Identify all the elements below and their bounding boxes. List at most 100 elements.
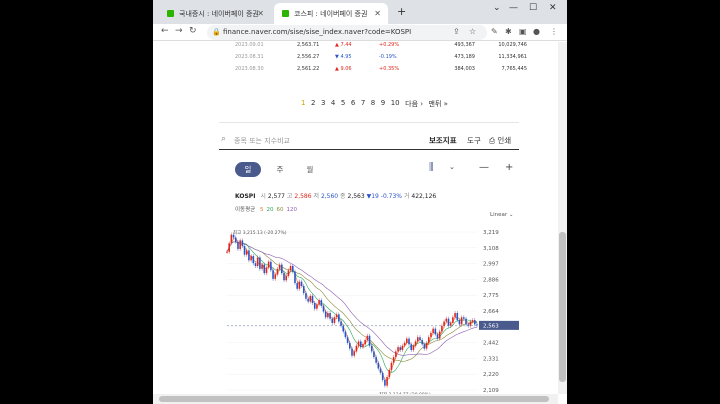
address-bar[interactable]: 🔒 finance.naver.com/sise/sise_index.nave…	[207, 25, 487, 40]
last-value-label: 2,563	[483, 323, 499, 329]
scrollbar-thumb[interactable]	[159, 396, 549, 402]
page-link-5[interactable]: 5	[341, 99, 345, 109]
cell-close: 2,556.27	[297, 51, 335, 63]
cell-amount: 7,765,445	[475, 63, 527, 75]
zoom-in-icon[interactable]: +	[505, 162, 513, 173]
tab-monthly[interactable]: 월	[295, 162, 325, 177]
chevron-down-icon[interactable]: ⌄	[493, 3, 501, 13]
ma-period-120: 120	[286, 207, 298, 213]
cell-change: ▼ 4.95	[335, 51, 379, 63]
new-tab-button[interactable]: +	[397, 5, 406, 18]
page-link-4[interactable]: 4	[331, 99, 335, 109]
chevron-down-icon[interactable]: ⌄	[449, 163, 455, 171]
page-link-1[interactable]: 1	[301, 99, 305, 109]
compare-search-bar: ⌕ 종목 또는 지수비교 보조지표 도구 ⎙ 인쇄	[219, 132, 519, 150]
page-link-8[interactable]: 8	[371, 99, 375, 109]
open-label: 시	[260, 193, 266, 200]
cell-text: 2023.08.30	[235, 66, 264, 72]
y-tick-label: 2,331	[483, 356, 499, 362]
scrollbar-thumb[interactable]	[559, 232, 566, 382]
tab-kospi[interactable]: 코스피 : 네이버페이 증권 ✕	[274, 3, 388, 24]
tools-button[interactable]: 도구	[467, 135, 481, 146]
divider	[219, 122, 519, 123]
page-content: 2023.09.01 2,563.71 ▲ 7.44 +0.29% 493,367 10,…	[153, 42, 558, 394]
page-link-7[interactable]: 7	[361, 99, 365, 109]
minimize-button[interactable]: —	[509, 3, 518, 13]
low-label: 저	[313, 193, 320, 200]
cell-text: 2,556.27	[297, 54, 320, 60]
page-link-2[interactable]: 2	[311, 99, 315, 109]
indicator-button[interactable]: 보조지표	[429, 135, 457, 146]
cell-text: 2,561.22	[297, 66, 320, 72]
forward-icon[interactable]: →	[175, 26, 183, 36]
low-value: 2,560	[320, 193, 339, 200]
cell-change: ▲ 9.06	[335, 63, 379, 75]
y-tick-label: 2,775	[483, 293, 499, 299]
page-link-3[interactable]: 3	[321, 99, 325, 109]
candlestick-icon[interactable]: ⫼	[429, 162, 434, 173]
page-last-link[interactable]: 맨뒤 »	[429, 99, 448, 109]
cell-close: 2,563.71	[297, 42, 335, 51]
tab-label: 코스피 : 네이버페이 증권	[294, 9, 368, 18]
chevron-down-icon: ⌄	[508, 212, 514, 218]
table-row: 2023.09.01 2,563.71 ▲ 7.44 +0.29% 493,367 10,…	[235, 42, 527, 51]
high-label: 고	[286, 193, 293, 200]
volume-label: 거	[403, 193, 410, 200]
back-icon[interactable]: ←	[161, 26, 169, 36]
horizontal-scrollbar[interactable]	[153, 394, 558, 404]
page-next-link[interactable]: 다음 ›	[405, 99, 423, 109]
cell-rate: +0.35%	[379, 63, 419, 75]
print-button[interactable]: ⎙ 인쇄	[489, 135, 511, 146]
search-icon[interactable]: ⌕	[221, 134, 226, 144]
pagination: 1 2 3 4 5 6 7 8 9 10 다음 › 맨뒤 »	[301, 99, 448, 109]
cell-text: 9.06	[340, 66, 352, 72]
y-tick-label: 2,997	[483, 262, 499, 268]
vertical-scrollbar[interactable]	[558, 42, 567, 394]
moving-average-legend: 이동평균 5 20 60 120	[235, 205, 297, 213]
tab-domestic-stocks[interactable]: 국내증시 : 네이버페이 증권 ✕	[159, 3, 271, 24]
close-window-button[interactable]: ✕	[549, 3, 557, 13]
y-tick-label: 3,108	[483, 246, 499, 252]
tab-daily[interactable]: 일	[235, 162, 261, 177]
page-link-10[interactable]: 10	[391, 99, 400, 109]
cell-close: 2,561.22	[297, 63, 335, 75]
print-label: 인쇄	[497, 136, 512, 145]
tab-strip: 국내증시 : 네이버페이 증권 ✕ 코스피 : 네이버페이 증권 ✕ + ⌄ —…	[153, 0, 567, 24]
tab-weekly[interactable]: 주	[265, 162, 295, 177]
cell-text: 11,334,961	[498, 54, 527, 60]
tab-close-icon[interactable]: ✕	[374, 9, 381, 18]
sidepanel-icon[interactable]: ▣	[519, 27, 527, 36]
scale-label: Linear	[490, 212, 508, 218]
open-value: 2,577	[267, 193, 285, 200]
cell-amount: 11,334,961	[475, 51, 527, 63]
price-chart[interactable]: 3,2193,1082,9972,8862,7752,6642,5532,442…	[225, 226, 523, 394]
zoom-out-icon[interactable]: —	[479, 162, 489, 173]
bookmark-star-icon[interactable]: ☆	[469, 27, 476, 36]
compare-search-input[interactable]: 종목 또는 지수비교	[234, 136, 290, 146]
cell-date: 2023.08.31	[235, 51, 297, 63]
menu-icon[interactable]: ⋮	[550, 27, 558, 36]
cell-date: 2023.09.01	[235, 42, 297, 51]
extension-icon[interactable]: ✎	[491, 27, 498, 36]
cell-text: 473,189	[454, 54, 475, 60]
profile-icon[interactable]: ●	[533, 27, 540, 36]
ma-period-20: 20	[266, 207, 274, 213]
page-link-9[interactable]: 9	[381, 99, 385, 109]
print-icon: ⎙	[489, 136, 495, 145]
maximize-button[interactable]: ☐	[529, 3, 537, 13]
ma-line-60	[226, 241, 478, 362]
high-value: 2,586	[294, 193, 312, 200]
close-label: 종	[340, 193, 346, 200]
share-icon[interactable]: ⇪	[453, 27, 460, 36]
cell-date: 2023.08.30	[235, 63, 297, 75]
cell-change: ▲ 7.44	[335, 42, 379, 51]
page-link-6[interactable]: 6	[351, 99, 355, 109]
scale-select[interactable]: Linear ⌄	[490, 212, 513, 218]
cell-volume: 473,189	[419, 51, 475, 63]
naver-favicon-icon	[282, 10, 289, 17]
tab-close-icon[interactable]: ✕	[257, 9, 264, 18]
cell-text: -0.19%	[379, 54, 397, 60]
puzzle-icon[interactable]: ✱	[505, 27, 512, 36]
reload-icon[interactable]: ↻	[189, 26, 197, 36]
cell-text: +0.35%	[379, 66, 400, 72]
